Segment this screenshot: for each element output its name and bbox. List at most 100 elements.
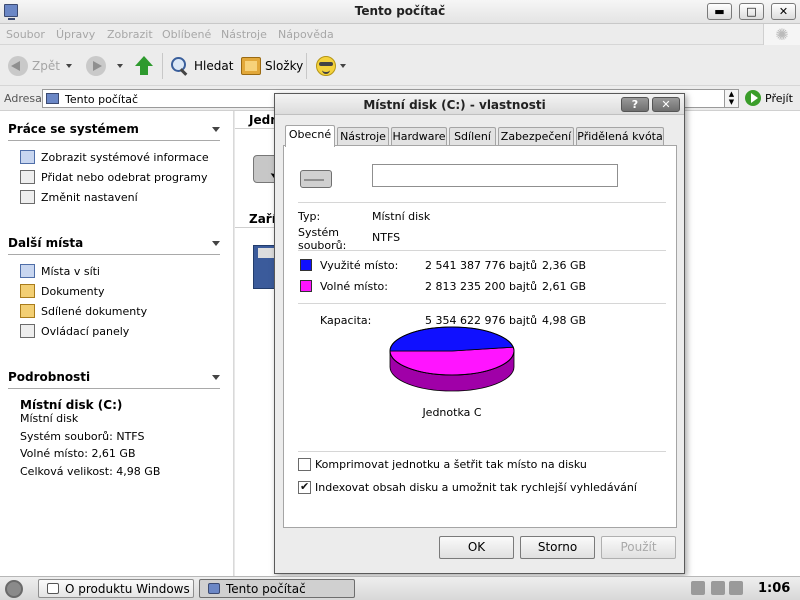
toolbar: Zpět Hledat Složky: [0, 45, 800, 86]
chevron-down-icon: [340, 64, 346, 68]
tab-general[interactable]: Obecné: [285, 125, 335, 147]
dialog-close-button[interactable]: ✕: [652, 97, 680, 112]
drive-name-input[interactable]: [372, 164, 618, 187]
up-button[interactable]: [134, 53, 154, 79]
throbber-icon: ✺: [763, 24, 800, 45]
back-dropdown[interactable]: [66, 53, 72, 79]
task-system-info[interactable]: Zobrazit systémové informace: [20, 150, 209, 164]
window-title: Tento počítač: [354, 4, 446, 18]
menu-tools[interactable]: Nástroje: [221, 28, 267, 41]
shared-folder-icon: [20, 304, 35, 318]
index-checkbox-box[interactable]: [298, 480, 311, 494]
task-pane: Práce se systémem Zobrazit systémové inf…: [0, 111, 234, 576]
forward-dropdown[interactable]: [117, 53, 123, 79]
tab-tools[interactable]: Nástroje: [337, 127, 389, 146]
tab-hardware[interactable]: Hardware: [391, 127, 447, 146]
menu-edit[interactable]: Úpravy: [56, 28, 95, 41]
free-space-swatch: [300, 280, 312, 292]
tab-security[interactable]: Zabezpečení: [498, 127, 574, 146]
tray-network-icon[interactable]: [711, 581, 725, 595]
properties-dialog: Místní disk (C:) - vlastnosti ? ✕ Obecné…: [274, 93, 685, 574]
type-label: Typ:: [298, 210, 321, 223]
views-button[interactable]: [316, 53, 346, 79]
taskbar-item-my-computer[interactable]: Tento počítač: [199, 579, 355, 598]
search-label: Hledat: [194, 59, 234, 73]
other-places-header[interactable]: Další místa: [8, 236, 220, 250]
divider: [298, 250, 666, 251]
index-label: Indexovat obsah disku a umožnit tak rych…: [315, 481, 637, 494]
tab-quota[interactable]: Přidělená kvóta: [576, 127, 664, 146]
type-value: Místní disk: [372, 210, 431, 223]
address-dropdown-button[interactable]: ▲ ▼: [724, 89, 739, 108]
taskbar-item-about-windows[interactable]: O produktu Windows: [38, 579, 194, 598]
dialog-title: Místní disk (C:) - vlastnosti: [363, 98, 546, 112]
views-smiley-icon: [316, 56, 336, 76]
tray-cs-icon[interactable]: [691, 581, 705, 595]
place-label: Místa v síti: [41, 264, 100, 278]
index-checkbox[interactable]: Indexovat obsah disku a umožnit tak rych…: [298, 480, 637, 494]
toolbar-separator: [162, 53, 163, 79]
dialog-titlebar: Místní disk (C:) - vlastnosti ? ✕: [275, 94, 684, 115]
collapse-chevron-icon: [212, 241, 220, 246]
add-remove-programs-icon: [20, 170, 35, 184]
place-network[interactable]: Místa v síti: [20, 264, 100, 278]
menu-help[interactable]: Nápověda: [278, 28, 334, 41]
hard-disk-icon: [300, 166, 332, 188]
search-button[interactable]: Hledat: [170, 53, 233, 79]
task-change-settings[interactable]: Změnit nastavení: [20, 190, 138, 204]
used-space-label: Využité místo:: [320, 259, 399, 272]
compress-checkbox-box[interactable]: [298, 458, 311, 471]
compress-checkbox[interactable]: Komprimovat jednotku a šetřit tak místo …: [298, 458, 587, 471]
system-tasks-header[interactable]: Práce se systémem: [8, 122, 220, 136]
details-header[interactable]: Podrobnosti: [8, 370, 220, 384]
start-menu-icon[interactable]: [5, 580, 23, 598]
used-space-gb: 2,36 GB: [542, 259, 587, 272]
apply-button[interactable]: Použít: [601, 536, 676, 559]
divider: [235, 227, 275, 228]
ok-button[interactable]: OK: [439, 536, 514, 559]
place-documents[interactable]: Dokumenty: [20, 284, 104, 298]
clock: 1:06: [758, 581, 791, 596]
free-space-bytes: 2 813 235 200 bajtů: [425, 280, 538, 293]
window-titlebar: Tento počítač ▬ □ ✕: [0, 0, 800, 24]
tab-sharing[interactable]: Sdílení: [449, 127, 496, 146]
help-button[interactable]: ?: [621, 97, 649, 112]
control-panel-icon: [20, 324, 35, 338]
close-button[interactable]: ✕: [771, 3, 796, 20]
other-places-title: Další místa: [8, 236, 84, 250]
menu-view[interactable]: Zobrazit: [107, 28, 153, 41]
free-space-label: Volné místo:: [320, 280, 388, 293]
used-space-swatch: [300, 259, 312, 271]
back-arrow-icon: [8, 56, 28, 76]
place-label: Ovládací panely: [41, 324, 130, 338]
place-control-panel[interactable]: Ovládací panely: [20, 324, 129, 338]
cancel-button[interactable]: Storno: [520, 536, 595, 559]
details-name: Místní disk (C:): [20, 398, 123, 412]
free-space-gb: 2,61 GB: [542, 280, 587, 293]
go-button[interactable]: Přejít: [745, 90, 793, 106]
details-free-space: Volné místo: 2,61 GB: [20, 447, 136, 460]
used-space-bytes: 2 541 387 776 bajtů: [425, 259, 538, 272]
menu-file[interactable]: Soubor: [6, 28, 45, 41]
address-value: Tento počítač: [65, 93, 139, 106]
folders-button[interactable]: Složky: [241, 53, 303, 79]
menu-favorites[interactable]: Oblíbené: [162, 28, 211, 41]
minimize-button[interactable]: ▬: [707, 3, 732, 20]
divider: [298, 451, 666, 452]
task-add-remove-programs[interactable]: Přidat nebo odebrat programy: [20, 170, 208, 184]
maximize-button[interactable]: □: [739, 3, 764, 20]
window-icon: [47, 583, 59, 594]
chevron-down-icon: [117, 64, 123, 68]
divider: [8, 388, 220, 389]
network-places-icon: [20, 264, 35, 278]
chevron-down-icon: [66, 64, 72, 68]
back-button[interactable]: Zpět: [8, 53, 60, 79]
details-filesystem: Systém souborů: NTFS: [20, 430, 145, 443]
tray-eject-icon[interactable]: [729, 581, 743, 595]
place-shared-documents[interactable]: Sdílené dokumenty: [20, 304, 147, 318]
divider: [235, 128, 275, 129]
toolbar-separator: [306, 53, 307, 79]
drive-label: Jednotka C: [422, 406, 482, 419]
forward-button[interactable]: [86, 53, 106, 79]
search-icon: [170, 56, 190, 76]
